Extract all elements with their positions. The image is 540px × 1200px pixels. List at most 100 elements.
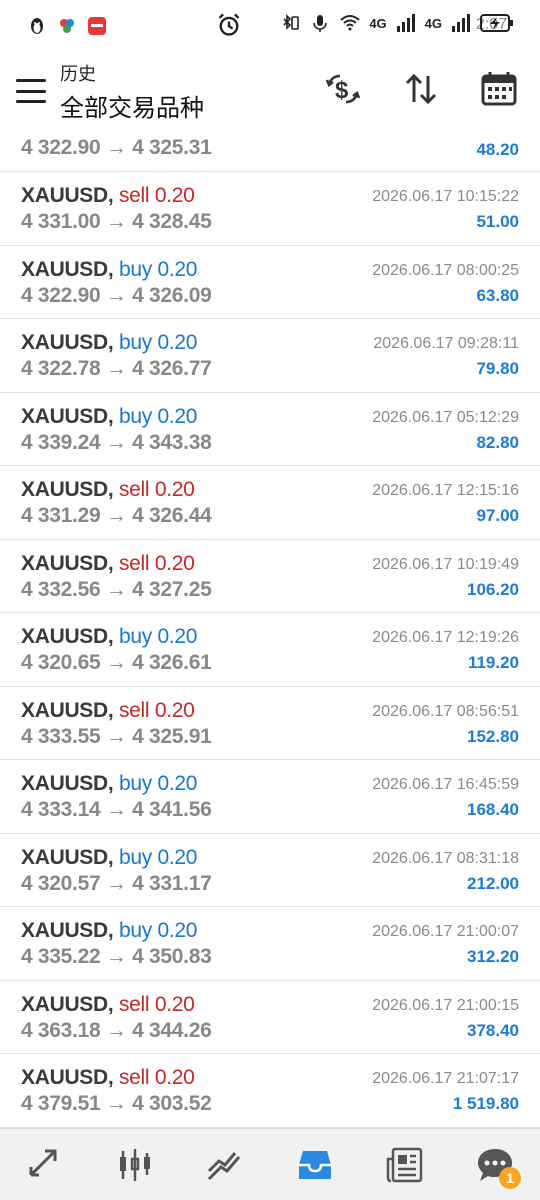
bluetooth-vibrate-icon — [283, 14, 300, 30]
volume-label: 0.20 — [154, 698, 195, 722]
trade-symbol: XAUUSD, sell 0.20 — [21, 699, 195, 723]
svg-text:$: $ — [335, 77, 349, 104]
trade-profit: 51.00 — [476, 212, 519, 231]
symbol-name: XAUUSD, — [21, 478, 114, 501]
trade-prices: 4 379.51 → 4 303.52 — [21, 1092, 212, 1115]
trade-history-list[interactable]: 4 322.90 → 4 325.31 48.20 XAUUSD, sell 0… — [0, 116, 540, 1128]
quotes-icon — [29, 1149, 57, 1176]
trade-direction: buy 0.20 — [118, 772, 198, 795]
signal-1-label: 4G — [369, 15, 387, 31]
trade-row[interactable]: XAUUSD, sell 0.20 4 331.29 → 4 326.44 2026… — [0, 466, 540, 540]
trade-row[interactable]: XAUUSD, buy 0.20 4 335.22 → 4 350.83 2026.… — [0, 907, 540, 981]
trade-row[interactable]: XAUUSD, sell 0.20 4 363.18 → 4 344.26 2026… — [0, 981, 540, 1054]
volume-label: 0.20 — [157, 625, 198, 648]
direction-label: buy — [118, 772, 152, 795]
direction-label: buy — [118, 404, 152, 428]
volume-label: 0.20 — [157, 772, 198, 795]
trade-prices: 4 335.22 → 4 350.83 — [21, 945, 212, 968]
trade-row[interactable]: XAUUSD, buy 0.20 4 320.65 → 4 326.61 2026.… — [0, 613, 540, 687]
trade-profit: 106.20 — [467, 579, 519, 599]
alarm-icon — [218, 13, 240, 36]
calendar-icon[interactable] — [480, 70, 518, 108]
trade-profit: 168.40 — [467, 800, 519, 819]
trade-symbol: XAUUSD, buy 0.20 — [21, 258, 197, 282]
trade-profit: 1 519.80 — [452, 1094, 519, 1113]
trade-symbol: XAUUSD, sell 0.20 — [21, 993, 195, 1017]
nav-history[interactable] — [291, 1141, 339, 1189]
news-icon — [386, 1147, 423, 1182]
trade-profit: 97.00 — [476, 506, 519, 525]
symbol-name: XAUUSD, — [21, 404, 114, 428]
battery-charging-icon — [480, 14, 513, 32]
colorful-app-icon — [60, 19, 74, 33]
trade-direction: sell 0.20 — [119, 184, 195, 207]
volume-label: 0.20 — [154, 1066, 195, 1089]
trade-time: 2026.06.17 05:12:29 — [372, 408, 519, 426]
trade-prices: 4 331.29 → 4 326.44 — [21, 504, 212, 527]
menu-icon[interactable] — [16, 79, 46, 103]
wifi-icon — [340, 15, 360, 31]
trade-time: 2026.06.17 12:19:26 — [372, 629, 519, 646]
red-app-icon — [88, 17, 106, 35]
trade-row[interactable]: XAUUSD, sell 0.20 4 331.00 → 4 328.45 2026… — [0, 172, 540, 246]
direction-label: sell — [118, 551, 150, 575]
trade-symbol: XAUUSD, buy 0.20 — [21, 625, 197, 649]
symbol-name: XAUUSD, — [21, 184, 114, 207]
nav-news[interactable] — [381, 1141, 429, 1189]
trade-prices: 4 320.57 → 4 331.17 — [21, 871, 212, 895]
trade-symbol: XAUUSD, sell 0.20 — [21, 478, 195, 502]
trade-prices: 4 333.55 → 4 325.91 — [21, 724, 212, 748]
trade-time: 2026.06.17 10:19:49 — [372, 555, 519, 573]
direction-label: sell — [118, 992, 150, 1016]
trade-row[interactable]: 4 322.90 → 4 325.31 48.20 — [0, 116, 540, 172]
trade-time: 2026.06.17 21:00:07 — [372, 923, 519, 940]
trade-direction: buy 0.20 — [118, 257, 198, 281]
nav-quotes[interactable] — [21, 1141, 69, 1189]
symbol-name: XAUUSD, — [21, 919, 114, 942]
symbol-name: XAUUSD, — [21, 257, 114, 281]
direction-label: sell — [118, 184, 150, 207]
trade-profit: 152.80 — [467, 726, 519, 746]
trade-row[interactable]: XAUUSD, buy 0.20 4 320.57 → 4 331.17 2026.… — [0, 834, 540, 907]
direction-label: buy — [118, 919, 152, 942]
trade-direction: sell 0.20 — [119, 478, 195, 501]
trade-direction: buy 0.20 — [119, 846, 198, 869]
trade-profit: 79.80 — [476, 359, 519, 378]
trade-prices: 4 333.14 → 4 341.56 — [21, 798, 212, 821]
trade-direction: sell 0.20 — [119, 699, 195, 722]
symbol-name: XAUUSD, — [21, 698, 114, 722]
trade-prices: 4 332.56 → 4 327.25 — [21, 577, 212, 601]
trade-profit: 212.00 — [467, 873, 519, 893]
trade-symbol: XAUUSD, sell 0.20 — [21, 1066, 195, 1090]
trade-time: 2026.06.17 09:28:11 — [373, 335, 519, 352]
direction-label: sell — [118, 698, 150, 722]
trade-time: 2026.06.17 21:07:17 — [372, 1070, 519, 1087]
trade-time: 2026.06.17 12:15:16 — [372, 482, 519, 499]
sort-icon[interactable] — [402, 70, 440, 108]
trade-row[interactable]: XAUUSD, sell 0.20 4 333.55 → 4 325.91 2026… — [0, 687, 540, 760]
direction-label: buy — [118, 257, 152, 281]
trade-row[interactable]: XAUUSD, buy 0.20 4 322.90 → 4 326.09 2026.… — [0, 246, 540, 319]
nav-messages[interactable]: 1 — [471, 1141, 521, 1189]
trade-row[interactable]: XAUUSD, sell 0.20 4 332.56 → 4 327.25 2026… — [0, 540, 540, 613]
trade-row[interactable]: XAUUSD, buy 0.20 4 333.14 → 4 341.56 2026.… — [0, 760, 540, 834]
trade-row[interactable]: XAUUSD, buy 0.20 4 339.24 → 4 343.38 2026.… — [0, 393, 540, 466]
nav-chart[interactable] — [111, 1141, 159, 1189]
symbol-name: XAUUSD, — [21, 992, 114, 1016]
notification-icons — [26, 15, 108, 37]
chart-icon — [120, 1148, 150, 1181]
signal-bars-icon — [396, 14, 415, 32]
nav-trade[interactable] — [201, 1141, 249, 1189]
trade-time: 2026.06.17 16:45:59 — [372, 776, 519, 793]
trade-prices: 4 363.18 → 4 344.26 — [21, 1018, 212, 1042]
dollar-swap-icon[interactable]: $ — [324, 70, 362, 108]
volume-label: 0.20 — [154, 992, 195, 1016]
trade-prices: 4 339.24 → 4 343.38 — [21, 430, 212, 454]
volume-label: 0.20 — [154, 551, 195, 575]
direction-label: sell — [118, 478, 150, 501]
trade-row[interactable]: XAUUSD, buy 0.20 4 322.78 → 4 326.77 2026.… — [0, 319, 540, 393]
trade-prices: 4 331.00 → 4 328.45 — [21, 210, 212, 233]
trade-row[interactable]: XAUUSD, sell 0.20 4 379.51 → 4 303.52 2026… — [0, 1054, 540, 1128]
status-bar: 2:07 4G 4G — [0, 0, 540, 52]
trade-prices: 4 320.65 → 4 326.61 — [21, 651, 212, 674]
